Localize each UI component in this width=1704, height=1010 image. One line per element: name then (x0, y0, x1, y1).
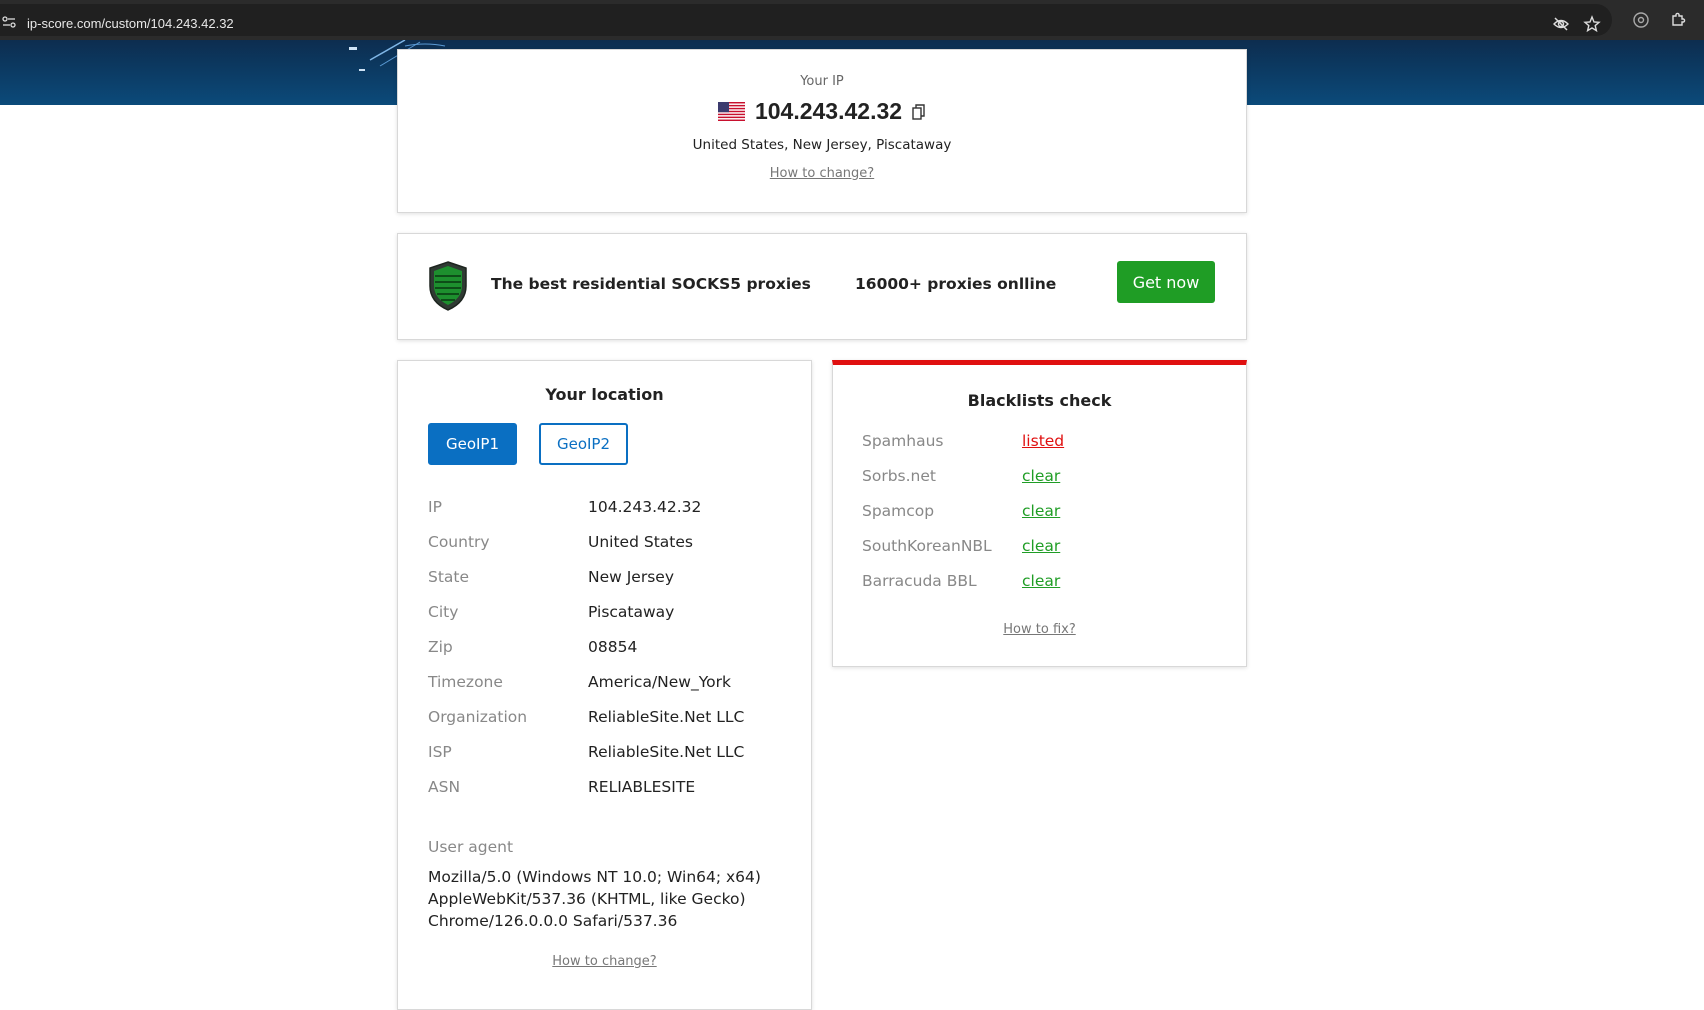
user-agent-value: Mozilla/5.0 (Windows NT 10.0; Win64; x64… (428, 868, 761, 930)
ip-location-text: United States, New Jersey, Piscataway (692, 137, 952, 153)
location-row-city: City Piscataway (428, 603, 788, 641)
blacklist-row-southkoreannbl: SouthKoreanNBL clear (862, 537, 1222, 573)
blacklist-name: Barracuda BBL (862, 572, 977, 590)
location-row-ip: IP 104.243.42.32 (428, 498, 788, 536)
location-label: IP (428, 498, 442, 516)
shield-icon (429, 261, 467, 311)
location-label: City (428, 603, 459, 621)
blacklist-status-clear[interactable]: clear (1022, 537, 1060, 555)
us-flag-icon (717, 102, 745, 121)
browser-toolbar: ip-score.com/custom/104.243.42.32 (0, 0, 1704, 40)
blacklist-row-spamcop: Spamcop clear (862, 502, 1222, 538)
blacklist-status-clear[interactable]: clear (1022, 502, 1060, 520)
blacklist-name: Spamhaus (862, 432, 944, 450)
location-value: ReliableSite.Net LLC (588, 743, 745, 761)
puzzle-icon[interactable] (1669, 11, 1687, 29)
blacklist-row-sorbs: Sorbs.net clear (862, 467, 1222, 503)
blacklist-status-listed[interactable]: listed (1022, 432, 1064, 450)
blacklist-name: Sorbs.net (862, 467, 936, 485)
location-value: America/New_York (588, 673, 731, 691)
extension-icon[interactable] (1632, 11, 1650, 29)
location-label: ISP (428, 743, 452, 761)
get-now-button[interactable]: Get now (1117, 261, 1215, 303)
url-text[interactable]: ip-score.com/custom/104.243.42.32 (27, 16, 234, 31)
location-row-country: Country United States (428, 533, 788, 571)
your-ip-caption: Your IP (800, 74, 844, 89)
location-value: ReliableSite.Net LLC (588, 708, 745, 726)
your-ip-card: Your IP 104.243.42.32 United States, New… (397, 49, 1247, 213)
location-label: Timezone (428, 673, 503, 691)
copy-icon[interactable] (912, 103, 926, 120)
how-to-change-location-link[interactable]: How to change? (398, 954, 811, 969)
location-value: RELIABLESITE (588, 778, 696, 796)
location-label: Zip (428, 638, 453, 656)
location-label: Organization (428, 708, 528, 726)
location-row-timezone: Timezone America/New_York (428, 673, 788, 711)
location-value: New Jersey (588, 568, 674, 586)
ip-address: 104.243.42.32 (754, 98, 903, 124)
location-label: Country (428, 533, 490, 551)
proxies-online-count: 16000+ proxies onlline (855, 275, 1057, 293)
location-value: Piscataway (588, 603, 675, 621)
blacklist-name: Spamcop (862, 502, 935, 520)
location-value: United States (588, 533, 693, 551)
ip-row: 104.243.42.32 (398, 98, 1246, 125)
location-label: ASN (428, 778, 461, 796)
tab-geoip1[interactable]: GeoIP1 (428, 423, 517, 465)
address-bar[interactable]: ip-score.com/custom/104.243.42.32 (0, 4, 1612, 36)
location-value: 08854 (588, 638, 638, 656)
location-row-organization: Organization ReliableSite.Net LLC (428, 708, 788, 746)
promo-title: The best residential SOCKS5 proxies (491, 275, 811, 293)
location-row-state: State New Jersey (428, 568, 788, 606)
location-label: State (428, 568, 470, 586)
location-value: 104.243.42.32 (588, 498, 702, 516)
blacklist-status-clear[interactable]: clear (1022, 467, 1060, 485)
your-location-title: Your location (545, 385, 664, 404)
location-row-zip: Zip 08854 (428, 638, 788, 676)
your-location-card: Your location GeoIP1 GeoIP2 IP 104.243.4… (397, 360, 812, 1010)
blacklist-name: SouthKoreanNBL (862, 537, 992, 555)
proxy-promo-card: The best residential SOCKS5 proxies 1600… (397, 233, 1247, 340)
blacklist-row-barracuda: Barracuda BBL clear (862, 572, 1222, 608)
how-to-change-link[interactable]: How to change? (398, 166, 1246, 181)
location-row-isp: ISP ReliableSite.Net LLC (428, 743, 788, 781)
location-row-asn: ASN RELIABLESITE (428, 778, 788, 816)
blacklists-check-card: Blacklists check Spamhaus listed Sorbs.n… (832, 360, 1247, 667)
tab-geoip2[interactable]: GeoIP2 (539, 423, 628, 465)
star-icon[interactable] (1583, 15, 1601, 33)
how-to-fix-link[interactable]: How to fix? (833, 622, 1246, 637)
site-info-icon[interactable] (2, 15, 16, 29)
blacklist-status-clear[interactable]: clear (1022, 572, 1060, 590)
blacklists-title: Blacklists check (967, 391, 1112, 410)
blacklist-row-spamhaus: Spamhaus listed (862, 432, 1222, 468)
user-agent-label: User agent (428, 838, 514, 856)
eye-off-icon[interactable] (1552, 15, 1570, 33)
